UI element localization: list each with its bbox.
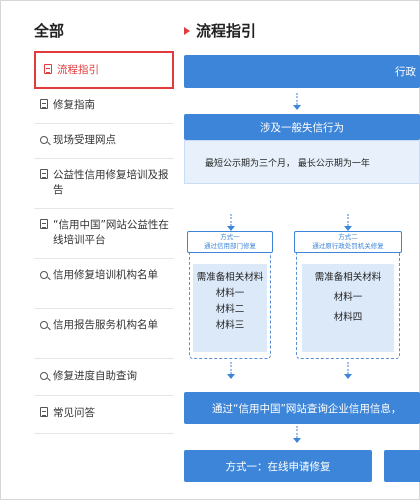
sidebar-item-service-points[interactable]: 现场受理网点: [34, 124, 174, 159]
sidebar-item-label: “信用中国”网站公益性在线培训平台: [53, 219, 169, 246]
main-content: 流程指引 行政 涉及一般失信行为 最短公示期为三个月， 最长公示期为一年 方式一…: [184, 18, 420, 500]
sidebar: 全部 流程指引 修复指南 现场受理网点 公益性信用修复培训及报告 “信用中国”网…: [34, 18, 174, 434]
sidebar-item-report-institutions[interactable]: 信用报告服务机构名单: [34, 309, 174, 359]
method1-tag-line1: 方式一: [220, 233, 240, 241]
sidebar-item-label: 信用报告服务机构名单: [53, 319, 158, 331]
method1-material: 材料一: [215, 288, 245, 299]
sidebar-item-label: 修复指南: [53, 99, 95, 111]
sidebar-item-label: 修复进度自助查询: [53, 370, 137, 382]
document-icon: [38, 407, 50, 417]
method1-material: 材料二: [215, 304, 245, 315]
method2-material: 材料一: [333, 292, 363, 303]
method1-tag: 方式一 通过信用部门修复: [187, 231, 273, 253]
title-marker-icon: [184, 27, 190, 35]
method1-materials-box: 需准备相关材料 材料一 材料二 材料三: [193, 264, 267, 352]
search-icon: [38, 134, 50, 144]
sidebar-item-label: 流程指引: [57, 64, 99, 76]
online-repair-bar[interactable]: 方式一：在线申请修复: [184, 450, 372, 482]
search-icon: [38, 370, 50, 380]
method2-tag-line2: 通过原行政处罚机关修复: [312, 242, 384, 250]
sidebar-item-process-guide[interactable]: 流程指引: [34, 51, 174, 89]
search-icon: [38, 269, 50, 279]
method1-tag-line2: 通过信用部门修复: [204, 242, 256, 250]
page-title-text: 流程指引: [196, 22, 257, 40]
method2-materials-box: 需准备相关材料 材料一 材料四: [302, 264, 394, 352]
sidebar-item-repair-guide[interactable]: 修复指南: [34, 89, 174, 124]
method2-repair-bar-partial[interactable]: [384, 450, 420, 482]
flow-top-bar: 行政: [184, 55, 420, 88]
sidebar-item-online-training[interactable]: “信用中国”网站公益性在线培训平台: [34, 209, 174, 259]
sidebar-item-label: 常见问答: [53, 407, 95, 419]
method2-tag: 方式二 通过原行政处罚机关修复: [294, 231, 402, 253]
query-bar: 通过“信用中国”网站查询企业信用信息，: [184, 392, 420, 424]
document-icon: [38, 219, 50, 229]
flow-top-bar-text: 行政: [395, 66, 416, 78]
sidebar-item-label: 现场受理网点: [53, 134, 116, 146]
sidebar-item-label: 公益性信用修复培训及报告: [53, 169, 169, 196]
search-icon: [38, 319, 50, 329]
publicity-box: 最短公示期为三个月， 最长公示期为一年: [184, 140, 420, 184]
method2-materials-title: 需准备相关材料: [314, 272, 382, 283]
page-title: 流程指引: [184, 18, 420, 44]
publicity-text: 最短公示期为三个月， 最长公示期为一年: [205, 158, 370, 169]
document-icon: [38, 169, 50, 179]
sidebar-item-training-report[interactable]: 公益性信用修复培训及报告: [34, 159, 174, 209]
online-repair-text: 方式一：在线申请修复: [225, 460, 331, 473]
sidebar-item-label: 信用修复培训机构名单: [53, 269, 158, 281]
sidebar-title: 全部: [34, 22, 65, 40]
method1-materials-title: 需准备相关材料: [196, 272, 264, 283]
sidebar-item-faq[interactable]: 常见问答: [34, 396, 174, 434]
sidebar-item-progress-query[interactable]: 修复进度自助查询: [34, 359, 174, 396]
query-bar-text: 通过“信用中国”网站查询企业信用信息，: [212, 402, 402, 415]
section-header-text: 涉及一般失信行为: [260, 121, 344, 134]
sidebar-item-training-institutions[interactable]: 信用修复培训机构名单: [34, 259, 174, 309]
method2-tag-line1: 方式二: [338, 233, 358, 241]
document-icon: [38, 99, 50, 109]
document-icon: [42, 64, 54, 74]
method2-material: 材料四: [333, 312, 363, 323]
section-header-bar: 涉及一般失信行为: [184, 114, 420, 140]
method1-material: 材料三: [215, 320, 245, 331]
